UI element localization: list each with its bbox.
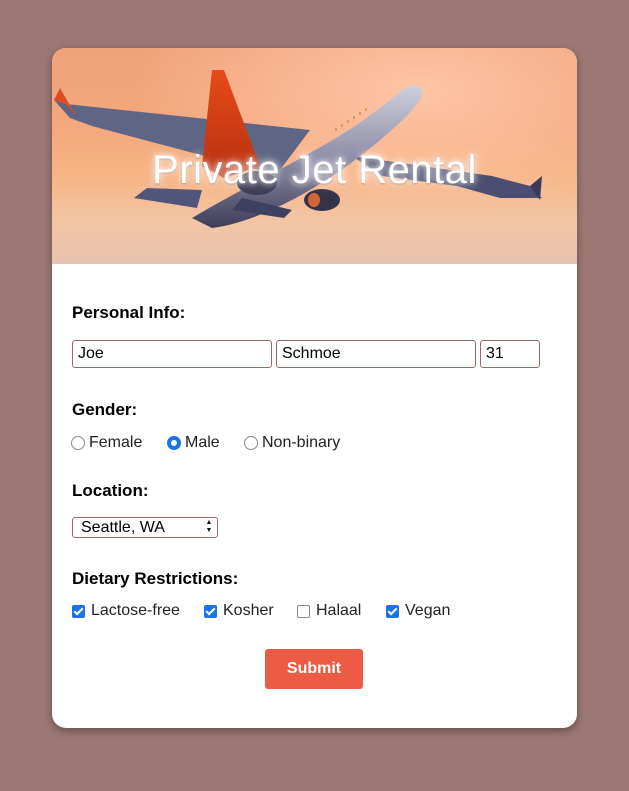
gender-option-label: Male (185, 434, 220, 451)
diet-option-label: Lactose-free (91, 602, 180, 619)
checkbox-lactose-free[interactable] (72, 604, 85, 618)
radio-female[interactable] (71, 436, 85, 450)
gender-option-female[interactable]: Female (71, 434, 142, 452)
personal-info-label: Personal Info: (72, 303, 186, 322)
age-input[interactable] (480, 340, 540, 368)
location-selected-value: Seattle, WA (81, 519, 165, 536)
checkbox-halaal[interactable] (297, 604, 310, 618)
diet-option-lactose-free[interactable]: Lactose-free (72, 602, 180, 620)
radio-male[interactable] (167, 436, 181, 450)
diet-option-label: Vegan (405, 602, 451, 619)
checkbox-kosher[interactable] (204, 604, 217, 618)
checkbox-vegan[interactable] (386, 604, 399, 618)
last-name-input[interactable] (276, 340, 476, 368)
gender-option-non-binary[interactable]: Non-binary (244, 434, 340, 452)
radio-non-binary[interactable] (244, 436, 258, 450)
gender-option-label: Female (89, 434, 143, 451)
gender-option-male[interactable]: Male (167, 434, 220, 452)
diet-option-label: Halaal (316, 602, 362, 619)
diet-option-halaal[interactable]: Halaal (297, 602, 361, 620)
gender-option-label: Non-binary (262, 434, 341, 451)
diet-option-label: Kosher (223, 602, 274, 619)
hero-banner: Private Jet Rental (52, 48, 577, 264)
submit-button[interactable]: Submit (265, 649, 363, 689)
gender-label: Gender: (72, 400, 138, 419)
diet-option-kosher[interactable]: Kosher (204, 602, 274, 620)
page-title: Private Jet Rental (152, 148, 477, 192)
diet-option-vegan[interactable]: Vegan (386, 602, 450, 620)
dietary-restrictions-label: Dietary Restrictions: (72, 569, 239, 588)
select-arrows-icon: ▲ ▼ (205, 519, 213, 534)
form-card: Private Jet Rental Personal Info: Gender… (52, 48, 577, 728)
first-name-input[interactable] (72, 340, 272, 368)
location-label: Location: (72, 481, 149, 500)
location-select[interactable]: Seattle, WA ▲ ▼ (72, 517, 218, 538)
